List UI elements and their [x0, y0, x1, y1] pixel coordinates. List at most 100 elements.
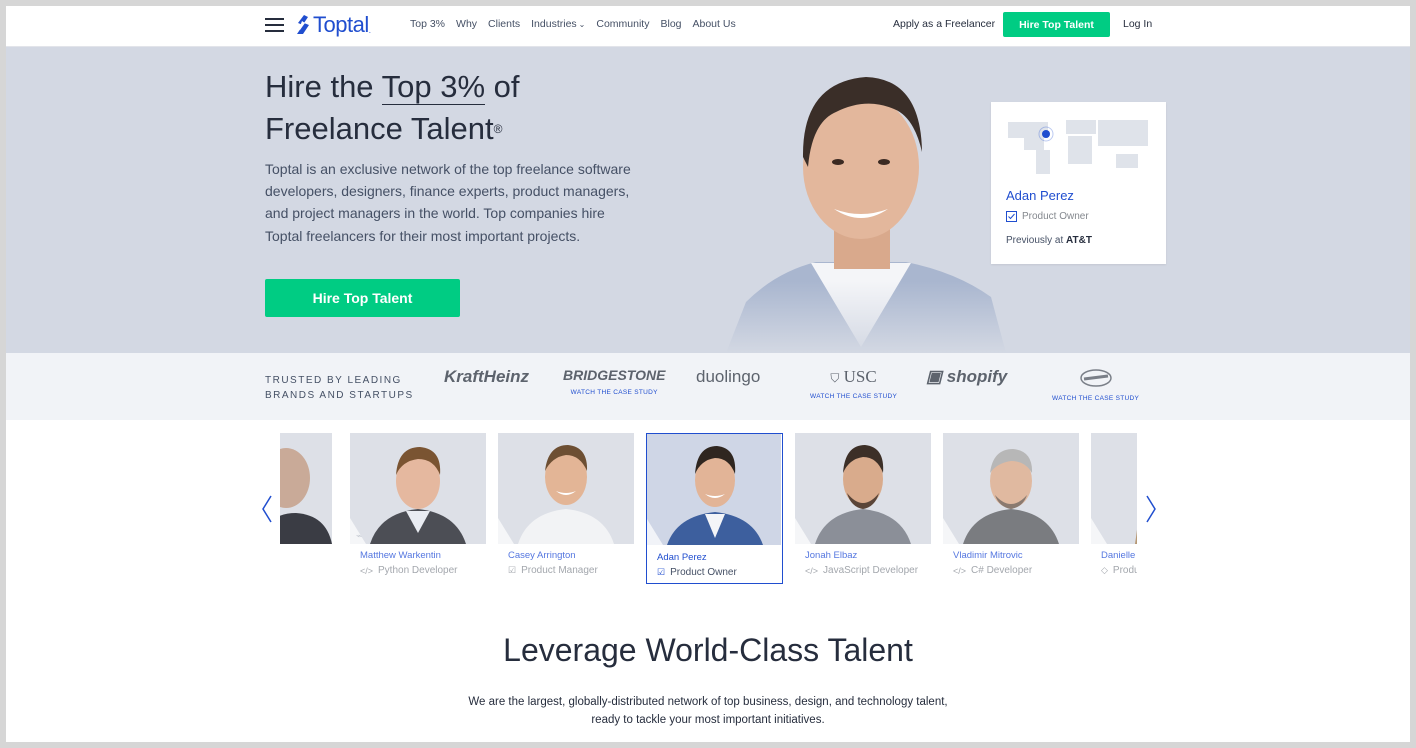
apply-freelancer-link[interactable]: Apply as a Freelancer: [893, 18, 995, 30]
talent-role: ☑ Product Manager: [508, 565, 598, 576]
talent-name: Vladimir Mitrovic: [953, 550, 1023, 561]
talent-profile-card: Adan Perez Product Owner Previously at A…: [991, 102, 1166, 264]
chevron-right-icon: [1146, 495, 1156, 523]
toptal-mark-icon: [297, 15, 309, 34]
talent-photo: [795, 433, 931, 544]
shopify-bag-icon: ▣: [926, 367, 943, 386]
talent-photo: [1091, 433, 1137, 544]
profile-name[interactable]: Adan Perez: [1006, 188, 1074, 203]
talent-role: </> C# Developer: [953, 565, 1032, 576]
talent-card-active[interactable]: Adan Perez ☑ Product Owner: [646, 433, 783, 584]
chevron-left-icon: [262, 495, 272, 523]
pen-icon: ◇: [1101, 565, 1108, 575]
check-icon: ☑: [657, 567, 666, 577]
nav-industries-label: Industries: [531, 18, 577, 30]
brand-bridgestone-name: BRIDGESTONE: [563, 367, 666, 383]
profile-previously: Previously at AT&T: [1006, 235, 1092, 246]
world-map-icon: [1008, 120, 1148, 174]
talent-role-label: Produ: [1112, 565, 1137, 576]
talent-role: ☑ Product Owner: [657, 567, 737, 578]
talent-name: Matthew Warkentin: [360, 550, 441, 561]
nav-clients[interactable]: Clients: [488, 18, 520, 30]
talent-photo: [498, 433, 634, 544]
carousel-next-button[interactable]: [1143, 494, 1159, 524]
talent-photo: [280, 433, 332, 544]
talent-name: Casey Arrington: [508, 550, 576, 561]
usc-case-study-link[interactable]: WATCH THE CASE STUDY: [810, 393, 897, 400]
talent-role-label: C# Developer: [971, 565, 1033, 576]
talent-carousel: ⌁ Matthew Warkentin </> Python Developer …: [6, 420, 1410, 600]
talent-role-label: Product Owner: [670, 567, 737, 578]
cavaliers-logo-icon: [1079, 369, 1112, 387]
brand-duolingo-name: duolingo: [696, 367, 761, 386]
code-icon: </>: [360, 565, 374, 576]
nav-industries[interactable]: Industries ⌄: [531, 18, 585, 30]
talent-name: Jonah Elbaz: [805, 550, 858, 561]
brand-duolingo: duolingo: [696, 367, 760, 387]
talent-role: </> JavaScript Developer: [805, 565, 918, 576]
talent-role-label: JavaScript Developer: [823, 565, 919, 576]
bridgestone-case-study-link[interactable]: WATCH THE CASE STUDY: [563, 389, 665, 396]
talent-name: Adan Perez: [657, 552, 707, 563]
brand-kraftheinz: KraftHeinz: [444, 367, 529, 387]
hero-description: Toptal is an exclusive network of the to…: [265, 161, 631, 244]
brand-usc-name: ⛉ USC: [810, 367, 897, 387]
brand-shopify-label: shopify: [946, 367, 1008, 386]
hero-title-post: of: [485, 69, 520, 104]
toptal-logo[interactable]: Toptal.: [295, 12, 371, 38]
hero-hire-button[interactable]: Hire Top Talent: [265, 279, 460, 317]
hero-title-highlight: Top 3%: [381, 69, 486, 105]
talent-card[interactable]: Casey Arrington ☑ Product Manager: [498, 433, 634, 583]
section-description: We are the largest, globally-distributed…: [468, 696, 948, 726]
trusted-brands-band: TRUSTED BY LEADING BRANDS AND STARTUPS K…: [6, 353, 1410, 420]
talent-photo: [943, 433, 1079, 544]
hero-title: Hire the Top 3% of Freelance Talent®: [265, 66, 605, 150]
main-nav: Top 3% Why Clients Industries ⌄ Community…: [410, 18, 747, 30]
trusted-label: TRUSTED BY LEADING BRANDS AND STARTUPS: [265, 375, 414, 401]
talent-card[interactable]: [280, 433, 332, 583]
brand-shopify-name: ▣ shopify: [926, 367, 1007, 387]
talent-photo: ⌁: [350, 433, 486, 544]
profile-role: Product Owner: [1006, 211, 1089, 222]
nav-about[interactable]: About Us: [693, 18, 736, 30]
cavaliers-case-study-link[interactable]: WATCH THE CASE STUDY: [1052, 395, 1139, 402]
talent-role: ◇ Produ: [1101, 565, 1137, 576]
carousel-prev-button[interactable]: [259, 494, 275, 524]
previously-label: Previously at: [1006, 235, 1067, 246]
brand-usc: ⛉ USC WATCH THE CASE STUDY: [810, 367, 897, 400]
talent-name: Danielle T: [1101, 550, 1137, 561]
talent-card[interactable]: Jonah Elbaz </> JavaScript Developer: [795, 433, 931, 583]
brand-kraftheinz-name: KraftHeinz: [444, 367, 530, 386]
talent-role-label: Python Developer: [378, 565, 458, 576]
previous-company: AT&T: [1066, 235, 1092, 246]
brand-cavaliers: WATCH THE CASE STUDY: [1052, 367, 1139, 402]
chevron-down-icon: ⌄: [578, 20, 586, 29]
login-link[interactable]: Log In: [1123, 18, 1152, 30]
talent-role: </> Python Developer: [360, 565, 458, 576]
featured-talent-portrait: [716, 67, 1006, 353]
check-icon: ☑: [508, 565, 517, 575]
code-icon: </>: [805, 565, 819, 576]
hero-title-line2: Freelance Talent: [265, 111, 494, 146]
talent-role-label: Product Manager: [521, 565, 598, 576]
nav-why[interactable]: Why: [456, 18, 477, 30]
hire-top-talent-button[interactable]: Hire Top Talent: [1003, 12, 1110, 37]
site-header: Toptal. Top 3% Why Clients Industries ⌄ C…: [6, 6, 1410, 47]
usc-seal-icon: ⛉: [830, 371, 840, 385]
svg-text:⌁: ⌁: [356, 531, 362, 542]
talent-card[interactable]: Danielle T ◇ Produ: [1091, 433, 1137, 583]
hero-title-pre: Hire the: [265, 69, 382, 104]
menu-icon[interactable]: [265, 17, 284, 33]
nav-blog[interactable]: Blog: [660, 18, 681, 30]
nav-top3[interactable]: Top 3%: [410, 18, 445, 30]
check-icon: [1006, 211, 1017, 222]
nav-community[interactable]: Community: [596, 18, 649, 30]
talent-card[interactable]: Vladimir Mitrovic </> C# Developer: [943, 433, 1079, 583]
talent-card[interactable]: ⌁ Matthew Warkentin </> Python Developer: [350, 433, 486, 583]
brand-shopify: ▣ shopify: [926, 367, 1007, 387]
carousel-track: ⌁ Matthew Warkentin </> Python Developer …: [280, 433, 1137, 593]
hero-section: Hire the Top 3% of Freelance Talent® Topt…: [6, 47, 1410, 353]
section-title: Leverage World-Class Talent: [503, 632, 913, 668]
talent-photo: [647, 434, 781, 545]
registered-mark: ®: [493, 122, 503, 136]
